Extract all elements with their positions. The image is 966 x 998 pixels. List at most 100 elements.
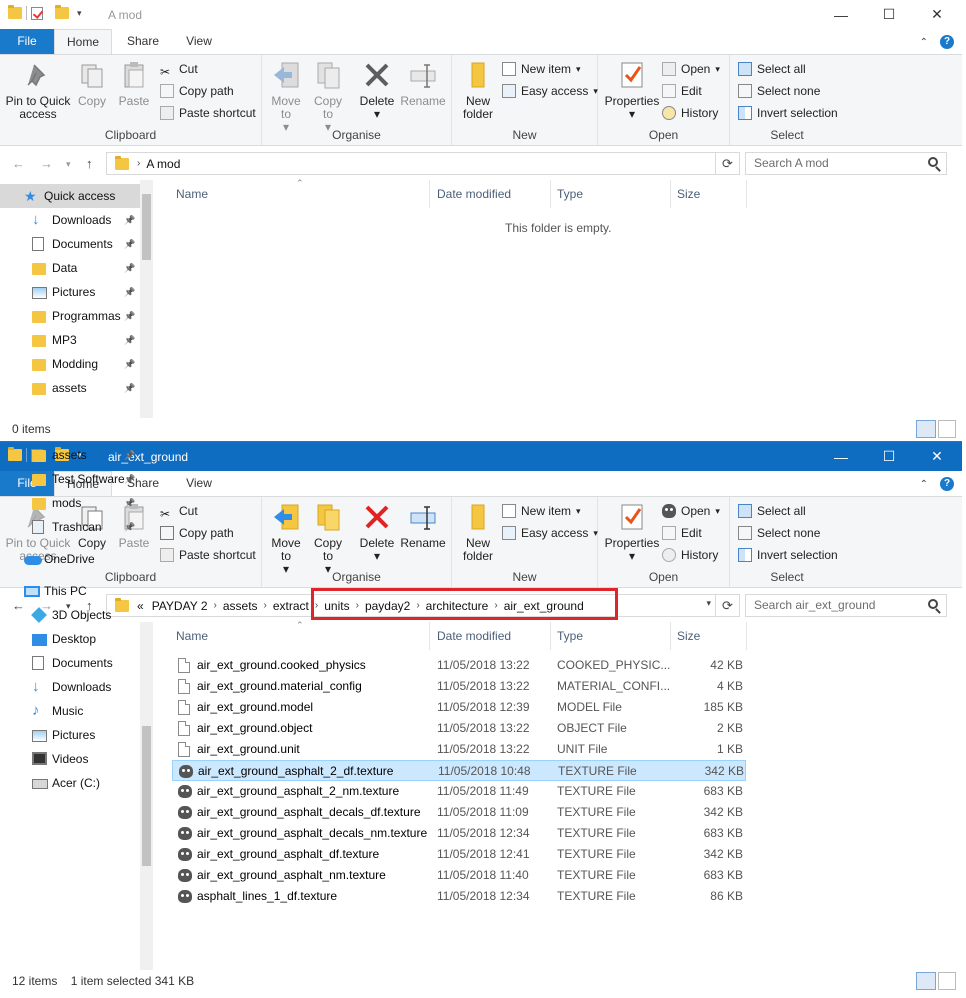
breadcrumb-item[interactable]: A mod — [140, 157, 186, 171]
properties-button[interactable]: Properties ▾ — [602, 501, 662, 563]
maximize-button[interactable]: ☐ — [866, 442, 912, 471]
nav-item-documents[interactable]: Documents 📌 — [0, 232, 140, 256]
pin-to-quick-access-button[interactable]: Pin to Quick access — [4, 59, 72, 121]
column-size[interactable]: Size — [671, 180, 747, 208]
chevron-down-icon[interactable]: ▾ — [77, 8, 82, 19]
file-row[interactable]: air_ext_ground.unit 11/05/2018 13:22 UNIT … — [172, 739, 746, 760]
copy-button[interactable]: Copy — [72, 59, 112, 108]
paste-button[interactable]: Paste — [114, 59, 154, 108]
folder-icon[interactable] — [8, 5, 22, 19]
nav-item-modding[interactable]: Modding 📌 — [0, 352, 140, 376]
close-button[interactable]: ✕ — [914, 442, 960, 471]
breadcrumb-item[interactable]: PAYDAY 2 — [146, 599, 214, 613]
pin-icon[interactable]: 📌 — [124, 280, 135, 304]
pin-icon[interactable]: 📌 — [124, 515, 135, 539]
maximize-button[interactable]: ☐ — [866, 0, 912, 29]
new-folder-button[interactable]: New folder — [456, 59, 500, 121]
edit-button[interactable]: Edit — [662, 523, 702, 543]
new-item-button[interactable]: New item ▾ — [502, 501, 581, 521]
minimize-button[interactable]: — — [818, 442, 864, 471]
file-row[interactable]: air_ext_ground_asphalt_2_df.texture 11/05… — [172, 760, 746, 781]
details-view-icon[interactable] — [916, 420, 936, 438]
nav-item-downloads[interactable]: ↓ Downloads 📌 — [0, 208, 140, 232]
back-arrow-icon[interactable]: ← — [12, 156, 25, 171]
nav-item-videos[interactable]: Videos — [0, 747, 140, 771]
nav-item-data[interactable]: Data 📌 — [0, 256, 140, 280]
recent-chevron-icon[interactable]: ▾ — [66, 159, 71, 170]
easy-access-button[interactable]: Easy access ▾ — [502, 81, 598, 101]
large-icons-view-icon[interactable] — [938, 972, 956, 990]
nav-item-mods[interactable]: mods 📌 — [0, 491, 140, 515]
nav-scrollbar[interactable] — [140, 180, 153, 418]
scrollbar-thumb[interactable] — [142, 726, 151, 866]
rename-button[interactable]: Rename — [400, 59, 446, 108]
open-button[interactable]: Open ▾ — [662, 501, 720, 521]
nav-item-mp3[interactable]: MP3 📌 — [0, 328, 140, 352]
nav-item-music[interactable]: ♪ Music — [0, 699, 140, 723]
collapse-ribbon-icon[interactable]: ⌃ — [920, 37, 928, 48]
large-icons-view-icon[interactable] — [938, 420, 956, 438]
breadcrumb-item[interactable]: payday2 — [359, 599, 416, 613]
file-row[interactable]: air_ext_ground_asphalt_2_nm.texture 11/05… — [172, 781, 746, 802]
nav-scrollbar[interactable] — [140, 622, 153, 977]
column-type[interactable]: Type — [551, 622, 671, 650]
pin-icon[interactable]: 📌 — [124, 352, 135, 376]
nav-item-acer-c[interactable]: Acer (C:) — [0, 771, 140, 795]
nav-item-trashcan[interactable]: Trashcan 📌 — [0, 515, 140, 539]
select-none-button[interactable]: Select none — [738, 81, 820, 101]
details-view-icon[interactable] — [916, 972, 936, 990]
select-none-button[interactable]: Select none — [738, 523, 820, 543]
file-row[interactable]: asphalt_lines_1_df.texture 11/05/2018 12:… — [172, 886, 746, 907]
pin-icon[interactable]: 📌 — [124, 443, 135, 467]
new-item-button[interactable]: New item ▾ — [502, 59, 581, 79]
nav-item-test-software[interactable]: Test Software 📌 — [0, 467, 140, 491]
file-row[interactable]: air_ext_ground_asphalt_decals_nm.texture… — [172, 823, 746, 844]
move-to-button[interactable]: Move to ▾ — [266, 59, 306, 134]
move-to-button[interactable]: Move to ▾ — [266, 501, 306, 576]
collapse-ribbon-icon[interactable]: ⌃ — [920, 479, 928, 490]
pin-icon[interactable]: 📌 — [124, 304, 135, 328]
copy-path-button[interactable]: Copy path — [160, 81, 234, 101]
pin-icon[interactable]: 📌 — [124, 256, 135, 280]
column-date-modified[interactable]: Date modified — [431, 180, 551, 208]
refresh-button[interactable]: ⟳ — [716, 152, 740, 175]
file-row[interactable]: air_ext_ground_asphalt_df.texture 11/05/2… — [172, 844, 746, 865]
column-date-modified[interactable]: Date modified — [431, 622, 551, 650]
invert-selection-button[interactable]: Invert selection — [738, 103, 838, 123]
nav-item-this-pc[interactable]: This PC — [0, 579, 140, 603]
select-all-button[interactable]: Select all — [738, 501, 806, 521]
edit-button[interactable]: Edit — [662, 81, 702, 101]
tab-view[interactable]: View — [174, 29, 224, 54]
nav-item-assets[interactable]: assets 📌 — [0, 443, 140, 467]
pin-icon[interactable]: 📌 — [124, 328, 135, 352]
new-folder-icon[interactable] — [55, 5, 69, 19]
search-input[interactable]: Search A mod — [745, 152, 947, 175]
pin-icon[interactable]: 📌 — [124, 376, 135, 400]
help-icon[interactable]: ? — [940, 477, 954, 491]
delete-button[interactable]: Delete ▾ — [356, 501, 398, 563]
close-button[interactable]: ✕ — [914, 0, 960, 29]
invert-selection-button[interactable]: Invert selection — [738, 545, 838, 565]
new-folder-button[interactable]: New folder — [456, 501, 500, 563]
help-icon[interactable]: ? — [940, 35, 954, 49]
up-arrow-icon[interactable]: ↑ — [86, 156, 93, 171]
nav-item-programmas[interactable]: Programmas 📌 — [0, 304, 140, 328]
nav-item-documents[interactable]: Documents — [0, 651, 140, 675]
breadcrumb-item[interactable]: assets — [217, 599, 264, 613]
properties-icon[interactable] — [31, 6, 43, 20]
nav-item-assets[interactable]: assets 📌 — [0, 376, 140, 400]
forward-arrow-icon[interactable]: → — [40, 156, 53, 171]
column-type[interactable]: Type — [551, 180, 671, 208]
search-input[interactable]: Search air_ext_ground — [745, 594, 947, 617]
address-dropdown-chevron-icon[interactable]: ▾ — [706, 598, 711, 609]
pin-icon[interactable]: 📌 — [124, 208, 135, 232]
history-button[interactable]: History — [662, 103, 718, 123]
history-button[interactable]: History — [662, 545, 718, 565]
pin-icon[interactable]: 📌 — [124, 491, 135, 515]
paste-shortcut-button[interactable]: Paste shortcut — [160, 545, 256, 565]
address-bar[interactable]: › A mod — [106, 152, 716, 175]
nav-item-downloads[interactable]: ↓ Downloads — [0, 675, 140, 699]
refresh-button[interactable]: ⟳ — [716, 594, 740, 617]
file-row[interactable]: air_ext_ground_asphalt_nm.texture 11/05/2… — [172, 865, 746, 886]
pin-icon[interactable]: 📌 — [124, 232, 135, 256]
